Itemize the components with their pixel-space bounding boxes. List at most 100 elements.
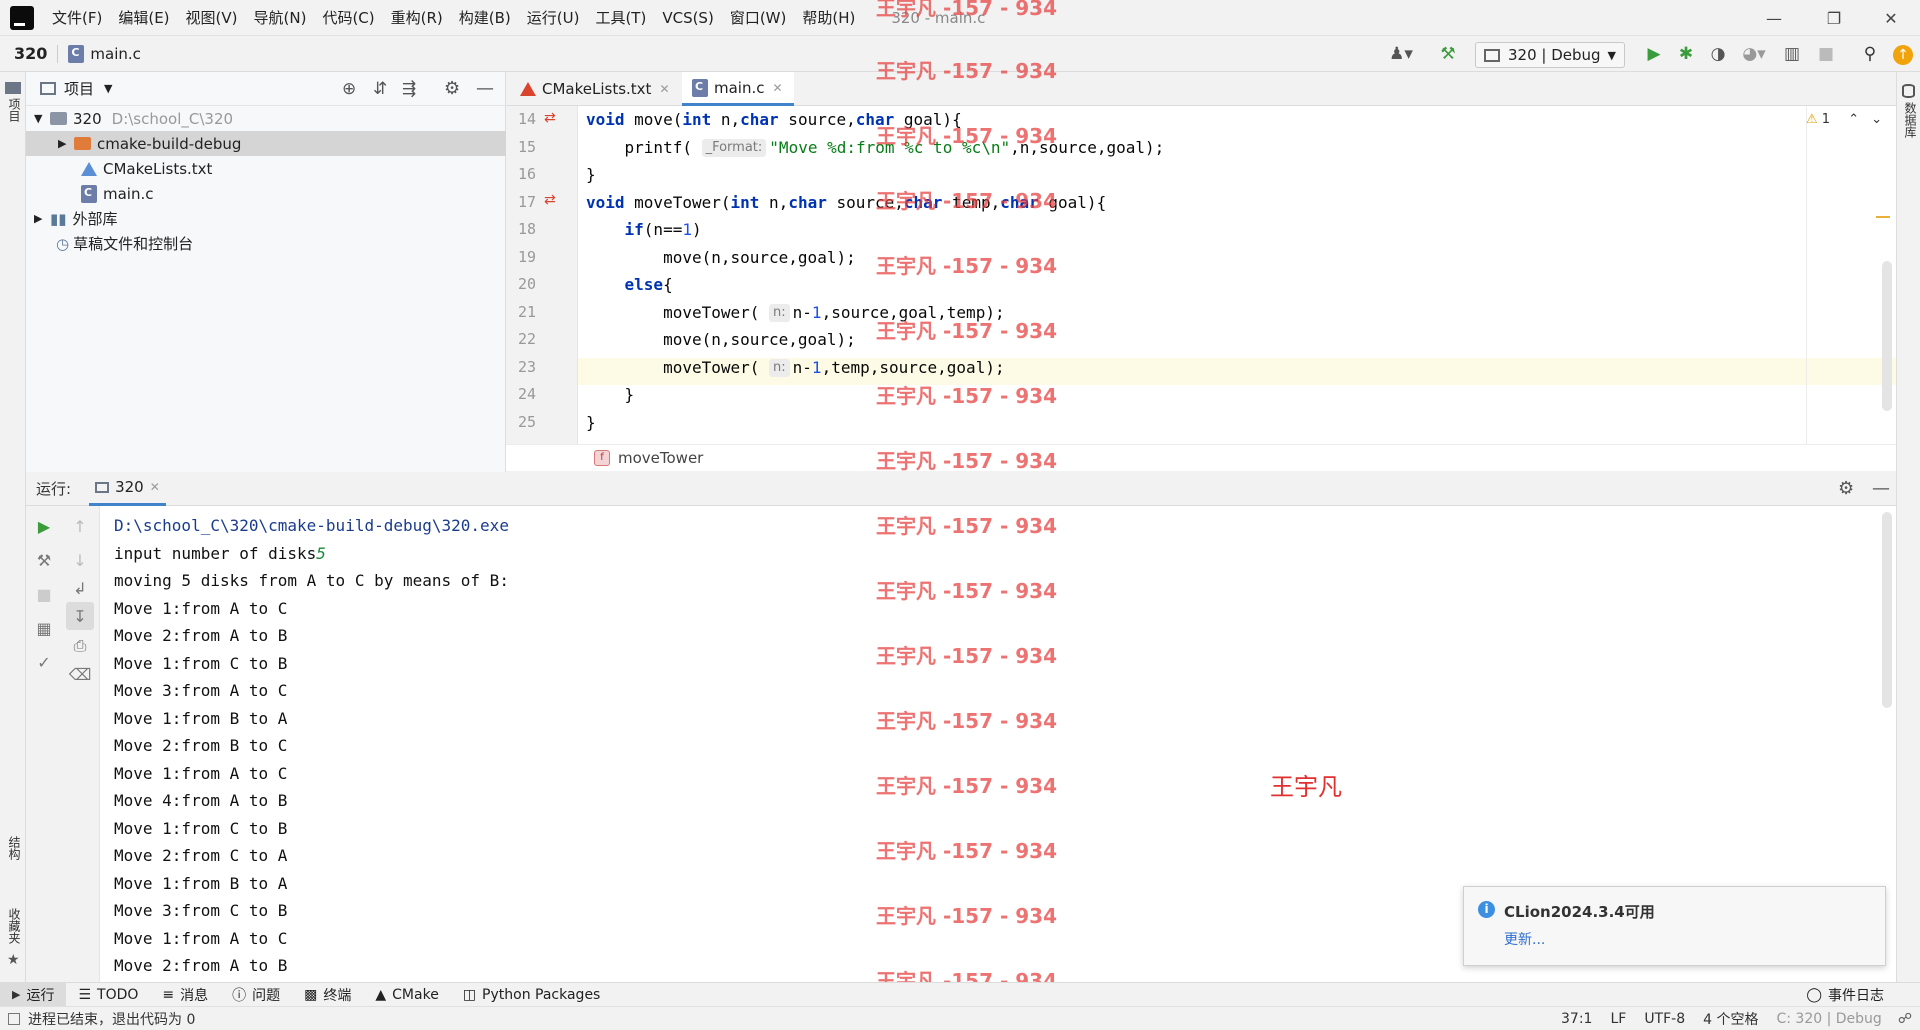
resolve-context[interactable]: C: 320 | Debug (1776, 1011, 1881, 1027)
gear-icon[interactable]: ⚙ (1838, 478, 1854, 499)
run-tab-320[interactable]: 320 ✕ (89, 472, 166, 506)
close-window-button[interactable]: ✕ (1862, 0, 1920, 36)
up-arrow-icon[interactable]: ↑ (66, 512, 94, 540)
gear-icon[interactable]: ⚙ (444, 78, 460, 99)
tool-cmake[interactable]: ▲ CMake (363, 987, 450, 1003)
down-arrow-icon[interactable]: ↓ (66, 546, 94, 574)
menu-file[interactable]: 文件(F) (44, 0, 110, 36)
tool-python-packages[interactable]: ◫ Python Packages (451, 987, 613, 1003)
menu-run[interactable]: 运行(U) (519, 0, 588, 36)
menu-navigate[interactable]: 导航(N) (246, 0, 315, 36)
wrench-icon[interactable]: ⚒ (30, 546, 58, 574)
favorites-tool-button[interactable]: 收藏夹 (6, 908, 23, 944)
code-line-17: void moveTower(int n,char source,char te… (586, 192, 1107, 212)
navigate-declaration-icon[interactable]: ⇄ (544, 110, 556, 126)
structure-tool-button[interactable]: 结构 (6, 836, 23, 860)
bottom-tool-bar: ▶ 运行 ☰ TODO ≡ 消息 ⓘ 问题 ▩ 终端 ▲ CMake ◫ Python Pac… (0, 982, 1920, 1007)
chevron-right-icon[interactable]: ▶ (58, 137, 74, 150)
collapse-all-icon[interactable]: ⇶ (402, 79, 416, 99)
close-icon[interactable]: ✕ (773, 81, 783, 95)
lock-icon[interactable]: ☍ (1898, 1011, 1912, 1027)
trash-icon[interactable]: ⌫ (66, 660, 94, 688)
tool-messages[interactable]: ≡ 消息 (150, 985, 220, 1005)
menu-vcs[interactable]: VCS(S) (654, 0, 721, 36)
project-tool-button[interactable]: 项目 (6, 98, 23, 122)
run-configuration-select[interactable]: 320 | Debug ▼ (1475, 42, 1625, 68)
chevron-down-icon[interactable]: ▼ (34, 112, 50, 125)
tree-item-external-libraries[interactable]: ▶ ▮▮ 外部库 (26, 206, 506, 231)
expand-all-icon[interactable]: ⇵ (373, 79, 387, 99)
console-scrollbar[interactable] (1882, 512, 1892, 708)
file-encoding[interactable]: UTF-8 (1644, 1011, 1685, 1027)
attach-process-icon[interactable]: ▥ (1778, 36, 1806, 72)
menu-refactor[interactable]: 重构(R) (383, 0, 451, 36)
run-with-coverage-icon[interactable]: ◑ (1704, 36, 1732, 72)
search-icon[interactable]: ⚲ (1856, 36, 1884, 72)
indent-setting[interactable]: 4 个空格 (1703, 1009, 1758, 1029)
line-separator[interactable]: LF (1610, 1011, 1626, 1027)
soft-wrap-icon[interactable]: ↲ (66, 574, 94, 602)
close-icon[interactable]: ✕ (659, 82, 669, 96)
layout-icon[interactable]: ▦ (30, 614, 58, 642)
project-panel-title[interactable]: 项目 (64, 78, 94, 99)
menu-tools[interactable]: 工具(T) (587, 0, 654, 36)
tree-item-scratches[interactable]: ◷ 草稿文件和控制台 (26, 231, 506, 256)
menu-window[interactable]: 窗口(W) (722, 0, 795, 36)
breadcrumb-function[interactable]: moveTower (618, 449, 703, 467)
menu-help[interactable]: 帮助(H) (794, 0, 863, 36)
tab-main-c[interactable]: main.c ✕ (682, 72, 794, 106)
tool-run[interactable]: ▶ 运行 (0, 982, 67, 1007)
update-link[interactable]: 更新... (1504, 929, 1545, 949)
inspection-widget[interactable]: ⚠ 1 ⌃ ⌄ (1806, 112, 1882, 127)
pin-icon[interactable]: ✓ (30, 648, 58, 676)
minimize-button[interactable]: — (1745, 0, 1803, 36)
menu-view[interactable]: 视图(V) (178, 0, 246, 36)
code-editor[interactable]: 14 15 16 17 18 19 20 21 22 23 24 25 ⇄ ⇄ … (506, 106, 1896, 471)
restore-button[interactable]: ❐ (1805, 0, 1863, 36)
debug-bug-icon[interactable]: ✱ (1672, 36, 1700, 72)
rerun-icon[interactable]: ▶ (30, 512, 58, 540)
hide-panel-icon[interactable]: — (1872, 478, 1890, 499)
function-icon: f (594, 450, 610, 466)
build-hammer-icon[interactable]: ⚒ (1432, 36, 1464, 72)
locate-file-icon[interactable]: ⊕ (342, 79, 356, 99)
tree-item-main-c[interactable]: main.c (26, 181, 506, 206)
scroll-to-end-icon[interactable]: ↧ (66, 602, 94, 630)
close-icon[interactable]: ✕ (150, 480, 160, 494)
stop-icon[interactable]: ■ (30, 580, 58, 608)
menu-build[interactable]: 构建(B) (451, 0, 519, 36)
user-account-icon[interactable]: ♟▾ (1383, 36, 1419, 72)
update-arrow-icon[interactable]: ↑ (1893, 45, 1913, 65)
tree-item-root[interactable]: ▼ 320 D:\school_C\320 (26, 106, 506, 131)
chevron-right-icon[interactable]: ▶ (34, 212, 50, 225)
database-tool-button[interactable]: 数据库 (1902, 102, 1919, 138)
code-line-20: else{ (624, 275, 673, 294)
hide-panel-icon[interactable]: — (476, 78, 494, 99)
menu-code[interactable]: 代码(C) (314, 0, 382, 36)
breadcrumb-project[interactable]: 320 (14, 44, 47, 63)
line-number: 20 (517, 275, 536, 293)
clion-logo-icon (10, 5, 34, 30)
print-icon[interactable]: ⎙ (66, 632, 94, 660)
tree-item-cmake-build-debug[interactable]: ▶ cmake-build-debug (26, 131, 506, 156)
profiler-icon[interactable]: ◕▾ (1736, 36, 1772, 72)
watermark-name: 王宇凡 (1270, 773, 1342, 801)
editor-scrollbar[interactable] (1882, 261, 1892, 411)
chevron-down-icon[interactable]: ▼ (104, 82, 112, 95)
navigate-declaration-icon[interactable]: ⇄ (544, 192, 556, 208)
tab-cmakelists[interactable]: CMakeLists.txt ✕ (510, 72, 678, 106)
tool-problems[interactable]: ⓘ 问题 (220, 985, 292, 1005)
caret-position[interactable]: 37:1 (1561, 1011, 1592, 1027)
tool-event-log[interactable]: ◯ 事件日志 (1794, 985, 1896, 1005)
tool-todo[interactable]: ☰ TODO (66, 987, 150, 1003)
stop-icon[interactable]: ■ (1812, 36, 1840, 72)
tree-item-cmakelists[interactable]: CMakeLists.txt (26, 156, 506, 181)
run-icon[interactable]: ▶ (1640, 36, 1668, 72)
breadcrumb-file[interactable]: main.c (90, 45, 141, 63)
status-message[interactable]: 进程已结束，退出代码为 0 (28, 1009, 195, 1029)
run-panel-label: 运行: (36, 480, 72, 498)
warning-stripe-marker[interactable] (1876, 216, 1890, 218)
menu-edit[interactable]: 编辑(E) (110, 0, 177, 36)
tool-terminal[interactable]: ▩ 终端 (292, 985, 363, 1005)
status-toggle-icon[interactable] (8, 1012, 20, 1025)
